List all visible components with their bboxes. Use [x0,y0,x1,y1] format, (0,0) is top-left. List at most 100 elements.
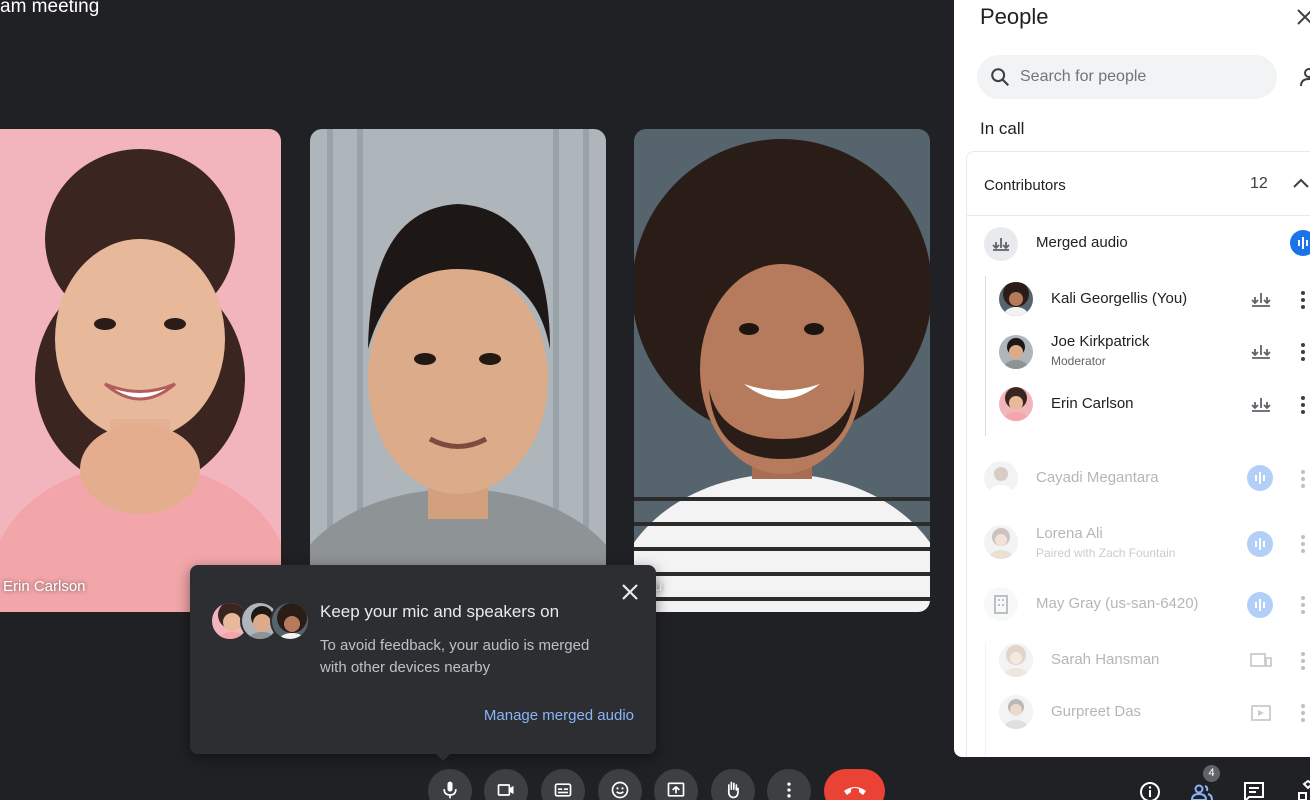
popup-tail [434,752,452,761]
mic-icon [443,781,457,799]
people-panel: People In call Contributors 12 Merged au… [954,0,1310,757]
emoji-button[interactable] [598,769,642,800]
merged-audio-label: Merged audio [1036,234,1128,251]
list-item[interactable]: Gurpreet Das [967,693,1310,733]
panel-title: People [980,4,1049,29]
participant-video [634,129,930,612]
hangup-icon [843,787,866,795]
audio-level-icon [1247,465,1273,491]
section-count: 12 [1250,175,1268,192]
mic-button[interactable] [428,769,472,800]
camera-icon [497,784,514,796]
video-tile-erin[interactable]: Erin Carlson [0,129,281,612]
video-tile-kali[interactable]: You [634,129,930,612]
camera-button[interactable] [484,769,528,800]
people-icon [1190,784,1213,800]
participant-name: Lorena Ali [1036,525,1103,542]
room-avatar [984,587,1018,621]
add-person-icon[interactable] [1297,65,1310,89]
merge-icon [1251,398,1271,412]
list-item[interactable]: Kali Georgellis (You) [967,280,1310,320]
popup-body: To avoid feedback, your audio is merged … [320,637,590,676]
participant-role: Moderator [1051,354,1106,368]
present-button[interactable] [654,769,698,800]
activities-icon [1298,779,1310,800]
close-icon[interactable] [618,580,642,604]
merged-audio-avatar [984,227,1018,261]
merge-icon [992,238,1010,251]
people-button[interactable] [1190,780,1214,800]
avatar [984,461,1018,495]
chat-button[interactable] [1242,780,1266,800]
meeting-title: am meeting [0,0,100,17]
participant-sub: Paired with Zach Fountain [1036,546,1176,560]
more-options-button[interactable] [767,769,811,800]
hangup-button[interactable] [824,769,885,800]
list-item[interactable]: Erin Carlson [967,385,1310,425]
participant-name: May Gray (us-san-6420) [1036,595,1199,612]
list-item[interactable]: May Gray (us-san-6420) [967,585,1310,625]
more-icon[interactable] [1300,342,1306,362]
popup-avatars [210,601,310,641]
video-tile-joe[interactable] [310,129,606,612]
raise-hand-button[interactable] [711,769,755,800]
merged-audio-row[interactable]: Merged audio [967,224,1310,264]
audio-level-icon [1290,230,1310,256]
more-icon[interactable] [1300,703,1306,723]
info-icon [1140,782,1160,800]
manage-merged-audio-link[interactable]: Manage merged audio [484,707,634,724]
section-label: Contributors [984,177,1066,194]
list-item[interactable]: Sarah Hansman [967,641,1310,681]
popup-title: Keep your mic and speakers on [320,602,560,621]
present-icon [667,782,685,797]
display-icon [1250,653,1272,667]
avatar [999,695,1033,729]
search-box[interactable] [977,55,1277,99]
search-input[interactable] [1020,55,1270,99]
people-count-badge: 4 [1203,765,1220,782]
building-icon [994,595,1008,614]
participant-video [0,129,281,612]
merge-icon [1251,345,1271,359]
more-icon[interactable] [1300,469,1306,489]
audio-level-icon [1247,531,1273,557]
participant-name: Joe Kirkpatrick [1051,333,1150,350]
participant-name: Sarah Hansman [1051,651,1160,668]
more-icon[interactable] [1300,595,1306,615]
more-icon[interactable] [1300,395,1306,415]
contributors-section: Contributors 12 Merged audio Kali George… [966,151,1310,757]
avatar [999,643,1033,677]
merge-icon [1251,293,1271,307]
activities-button[interactable] [1296,779,1310,800]
in-call-heading: In call [980,119,1025,138]
camera-icon [1251,705,1271,721]
more-icon [787,782,791,798]
avatar [270,601,310,641]
participant-name: Gurpreet Das [1051,703,1142,720]
contributors-header[interactable]: Contributors 12 [967,152,1310,216]
more-icon[interactable] [1300,534,1306,554]
participant-video [310,129,606,612]
meeting-details-button[interactable] [1138,780,1162,800]
participant-name: Kali Georgellis (You) [1051,290,1188,307]
participant-name: Erin Carlson [1051,395,1134,412]
participant-name: Cayadi Megantara [1036,469,1159,486]
more-icon[interactable] [1300,290,1306,310]
merged-audio-popup: Keep your mic and speakers on To avoid f… [190,565,656,754]
audio-level-icon [1247,592,1273,618]
list-item[interactable]: Cayadi Megantara [967,459,1310,499]
list-item[interactable]: Lorena Ali Paired with Zach Fountain [967,522,1310,566]
more-icon[interactable] [1300,651,1306,671]
list-item[interactable]: Joe Kirkpatrick Moderator [967,332,1310,376]
captions-button[interactable] [541,769,585,800]
captions-icon [554,783,572,797]
raise-hand-icon [727,781,739,799]
emoji-icon [611,781,629,799]
avatar [999,387,1033,421]
chevron-up-icon[interactable] [1290,173,1310,195]
avatar [984,525,1018,559]
close-icon[interactable] [1294,6,1310,28]
avatar [999,335,1033,369]
search-icon [991,68,1010,87]
avatar [999,282,1033,316]
